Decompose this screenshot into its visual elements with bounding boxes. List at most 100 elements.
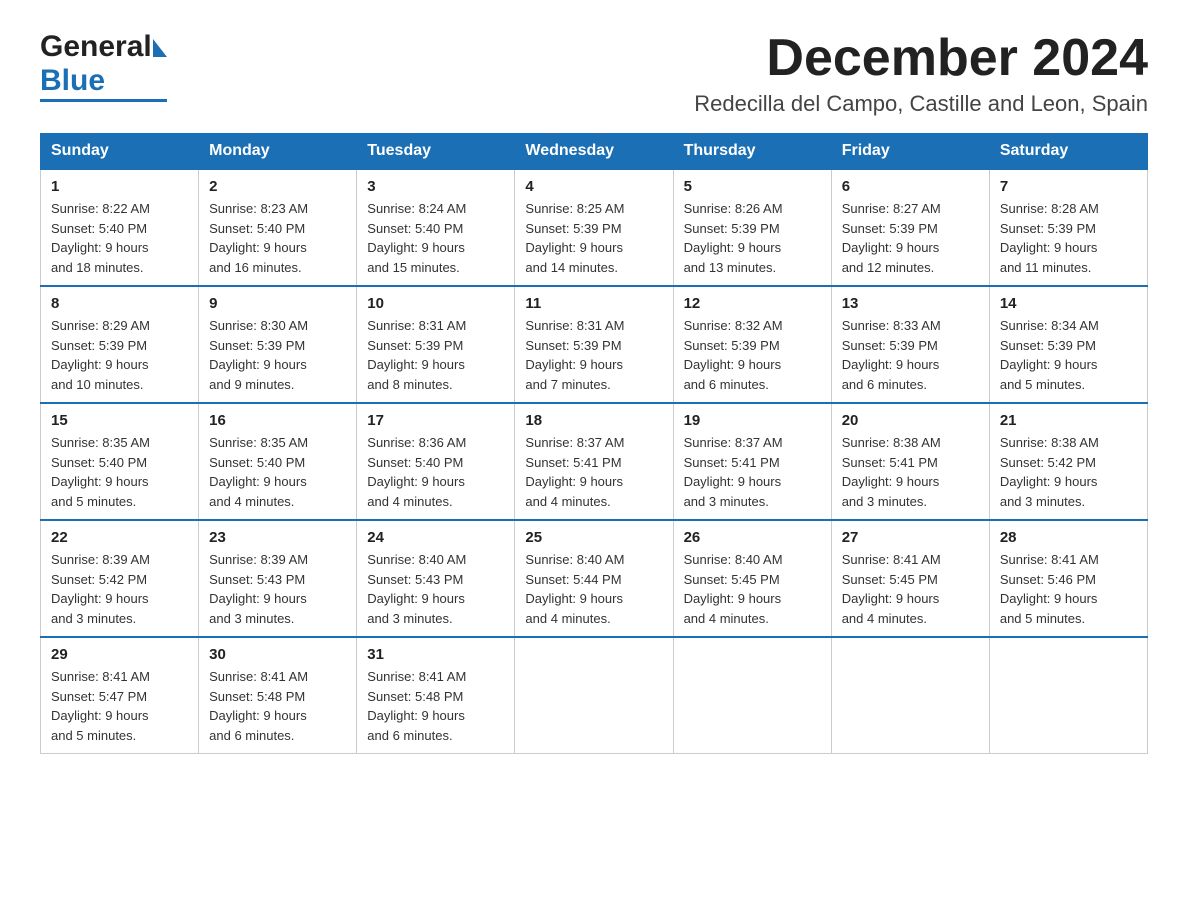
day-info: Sunrise: 8:41 AMSunset: 5:45 PMDaylight:… — [842, 550, 979, 628]
day-number: 20 — [842, 412, 979, 429]
day-info: Sunrise: 8:40 AMSunset: 5:45 PMDaylight:… — [684, 550, 821, 628]
calendar-cell: 5 Sunrise: 8:26 AMSunset: 5:39 PMDayligh… — [673, 169, 831, 286]
day-number: 5 — [684, 178, 821, 195]
day-info: Sunrise: 8:27 AMSunset: 5:39 PMDaylight:… — [842, 199, 979, 277]
day-info: Sunrise: 8:37 AMSunset: 5:41 PMDaylight:… — [684, 433, 821, 511]
day-number: 25 — [525, 529, 662, 546]
day-number: 16 — [209, 412, 346, 429]
day-number: 15 — [51, 412, 188, 429]
calendar-cell: 1 Sunrise: 8:22 AMSunset: 5:40 PMDayligh… — [41, 169, 199, 286]
day-info: Sunrise: 8:41 AMSunset: 5:46 PMDaylight:… — [1000, 550, 1137, 628]
calendar-cell: 31 Sunrise: 8:41 AMSunset: 5:48 PMDaylig… — [357, 637, 515, 754]
day-info: Sunrise: 8:24 AMSunset: 5:40 PMDaylight:… — [367, 199, 504, 277]
day-info: Sunrise: 8:37 AMSunset: 5:41 PMDaylight:… — [525, 433, 662, 511]
day-info: Sunrise: 8:23 AMSunset: 5:40 PMDaylight:… — [209, 199, 346, 277]
day-number: 6 — [842, 178, 979, 195]
day-info: Sunrise: 8:30 AMSunset: 5:39 PMDaylight:… — [209, 316, 346, 394]
calendar-week-row: 15 Sunrise: 8:35 AMSunset: 5:40 PMDaylig… — [41, 403, 1148, 520]
calendar-header-tuesday: Tuesday — [357, 134, 515, 170]
calendar-cell: 14 Sunrise: 8:34 AMSunset: 5:39 PMDaylig… — [989, 286, 1147, 403]
day-number: 9 — [209, 295, 346, 312]
calendar-header-saturday: Saturday — [989, 134, 1147, 170]
day-info: Sunrise: 8:22 AMSunset: 5:40 PMDaylight:… — [51, 199, 188, 277]
calendar-cell: 24 Sunrise: 8:40 AMSunset: 5:43 PMDaylig… — [357, 520, 515, 637]
logo-general-text: General — [40, 30, 152, 64]
day-info: Sunrise: 8:25 AMSunset: 5:39 PMDaylight:… — [525, 199, 662, 277]
day-info: Sunrise: 8:40 AMSunset: 5:43 PMDaylight:… — [367, 550, 504, 628]
day-info: Sunrise: 8:35 AMSunset: 5:40 PMDaylight:… — [51, 433, 188, 511]
calendar-week-row: 22 Sunrise: 8:39 AMSunset: 5:42 PMDaylig… — [41, 520, 1148, 637]
calendar-cell — [673, 637, 831, 754]
day-info: Sunrise: 8:35 AMSunset: 5:40 PMDaylight:… — [209, 433, 346, 511]
calendar-header-row: SundayMondayTuesdayWednesdayThursdayFrid… — [41, 134, 1148, 170]
calendar-header-sunday: Sunday — [41, 134, 199, 170]
calendar-cell: 15 Sunrise: 8:35 AMSunset: 5:40 PMDaylig… — [41, 403, 199, 520]
day-info: Sunrise: 8:26 AMSunset: 5:39 PMDaylight:… — [684, 199, 821, 277]
day-number: 19 — [684, 412, 821, 429]
calendar-cell: 13 Sunrise: 8:33 AMSunset: 5:39 PMDaylig… — [831, 286, 989, 403]
calendar-table: SundayMondayTuesdayWednesdayThursdayFrid… — [40, 133, 1148, 754]
day-info: Sunrise: 8:34 AMSunset: 5:39 PMDaylight:… — [1000, 316, 1137, 394]
calendar-cell: 18 Sunrise: 8:37 AMSunset: 5:41 PMDaylig… — [515, 403, 673, 520]
day-number: 18 — [525, 412, 662, 429]
day-info: Sunrise: 8:41 AMSunset: 5:48 PMDaylight:… — [367, 667, 504, 745]
calendar-cell: 28 Sunrise: 8:41 AMSunset: 5:46 PMDaylig… — [989, 520, 1147, 637]
calendar-cell: 23 Sunrise: 8:39 AMSunset: 5:43 PMDaylig… — [199, 520, 357, 637]
day-info: Sunrise: 8:33 AMSunset: 5:39 PMDaylight:… — [842, 316, 979, 394]
location-title: Redecilla del Campo, Castille and Leon, … — [694, 91, 1148, 117]
calendar-cell: 16 Sunrise: 8:35 AMSunset: 5:40 PMDaylig… — [199, 403, 357, 520]
day-info: Sunrise: 8:41 AMSunset: 5:48 PMDaylight:… — [209, 667, 346, 745]
calendar-cell: 30 Sunrise: 8:41 AMSunset: 5:48 PMDaylig… — [199, 637, 357, 754]
day-number: 17 — [367, 412, 504, 429]
calendar-cell: 10 Sunrise: 8:31 AMSunset: 5:39 PMDaylig… — [357, 286, 515, 403]
calendar-cell: 17 Sunrise: 8:36 AMSunset: 5:40 PMDaylig… — [357, 403, 515, 520]
calendar-cell: 29 Sunrise: 8:41 AMSunset: 5:47 PMDaylig… — [41, 637, 199, 754]
day-number: 8 — [51, 295, 188, 312]
day-number: 28 — [1000, 529, 1137, 546]
calendar-cell: 21 Sunrise: 8:38 AMSunset: 5:42 PMDaylig… — [989, 403, 1147, 520]
day-number: 11 — [525, 295, 662, 312]
day-number: 2 — [209, 178, 346, 195]
day-info: Sunrise: 8:41 AMSunset: 5:47 PMDaylight:… — [51, 667, 188, 745]
calendar-week-row: 8 Sunrise: 8:29 AMSunset: 5:39 PMDayligh… — [41, 286, 1148, 403]
calendar-cell: 2 Sunrise: 8:23 AMSunset: 5:40 PMDayligh… — [199, 169, 357, 286]
logo-blue-text: Blue — [40, 64, 105, 98]
day-number: 31 — [367, 646, 504, 663]
calendar-cell — [515, 637, 673, 754]
day-info: Sunrise: 8:32 AMSunset: 5:39 PMDaylight:… — [684, 316, 821, 394]
calendar-cell: 25 Sunrise: 8:40 AMSunset: 5:44 PMDaylig… — [515, 520, 673, 637]
calendar-week-row: 29 Sunrise: 8:41 AMSunset: 5:47 PMDaylig… — [41, 637, 1148, 754]
day-info: Sunrise: 8:38 AMSunset: 5:42 PMDaylight:… — [1000, 433, 1137, 511]
day-number: 27 — [842, 529, 979, 546]
day-info: Sunrise: 8:29 AMSunset: 5:39 PMDaylight:… — [51, 316, 188, 394]
month-title: December 2024 — [694, 30, 1148, 87]
calendar-cell: 8 Sunrise: 8:29 AMSunset: 5:39 PMDayligh… — [41, 286, 199, 403]
day-number: 14 — [1000, 295, 1137, 312]
day-info: Sunrise: 8:39 AMSunset: 5:43 PMDaylight:… — [209, 550, 346, 628]
calendar-week-row: 1 Sunrise: 8:22 AMSunset: 5:40 PMDayligh… — [41, 169, 1148, 286]
calendar-cell — [989, 637, 1147, 754]
day-number: 12 — [684, 295, 821, 312]
calendar-cell: 3 Sunrise: 8:24 AMSunset: 5:40 PMDayligh… — [357, 169, 515, 286]
day-number: 7 — [1000, 178, 1137, 195]
day-number: 30 — [209, 646, 346, 663]
day-number: 10 — [367, 295, 504, 312]
title-block: December 2024 Redecilla del Campo, Casti… — [694, 30, 1148, 117]
day-number: 24 — [367, 529, 504, 546]
logo-underline — [40, 99, 167, 102]
logo: General Blue — [40, 30, 167, 102]
calendar-header-thursday: Thursday — [673, 134, 831, 170]
calendar-cell: 9 Sunrise: 8:30 AMSunset: 5:39 PMDayligh… — [199, 286, 357, 403]
day-info: Sunrise: 8:39 AMSunset: 5:42 PMDaylight:… — [51, 550, 188, 628]
day-info: Sunrise: 8:31 AMSunset: 5:39 PMDaylight:… — [525, 316, 662, 394]
day-number: 4 — [525, 178, 662, 195]
calendar-cell: 26 Sunrise: 8:40 AMSunset: 5:45 PMDaylig… — [673, 520, 831, 637]
calendar-header-monday: Monday — [199, 134, 357, 170]
day-number: 3 — [367, 178, 504, 195]
day-number: 1 — [51, 178, 188, 195]
calendar-cell: 12 Sunrise: 8:32 AMSunset: 5:39 PMDaylig… — [673, 286, 831, 403]
day-info: Sunrise: 8:40 AMSunset: 5:44 PMDaylight:… — [525, 550, 662, 628]
calendar-cell: 6 Sunrise: 8:27 AMSunset: 5:39 PMDayligh… — [831, 169, 989, 286]
day-number: 26 — [684, 529, 821, 546]
day-number: 13 — [842, 295, 979, 312]
